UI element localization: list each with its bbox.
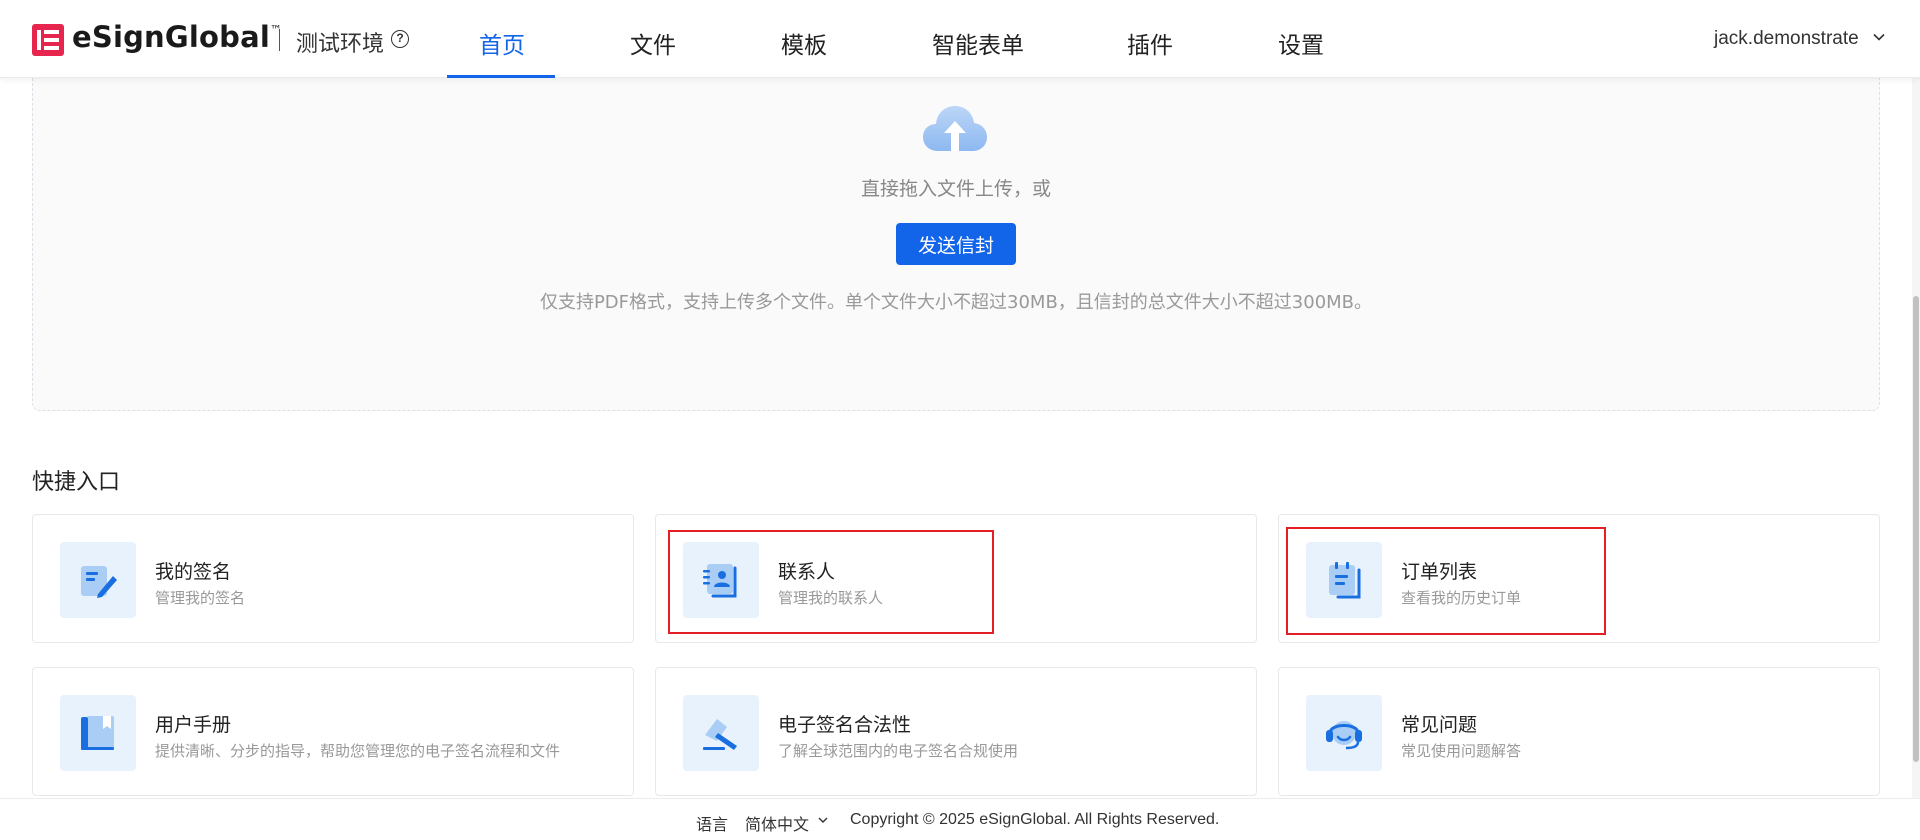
card-my-signature[interactable]: 我的签名 管理我的签名 (32, 514, 634, 643)
gavel-icon (703, 719, 737, 750)
card-esign-legality[interactable]: 电子签名合法性 了解全球范围内的电子签名合规使用 (655, 667, 1257, 796)
card-faq[interactable]: 常见问题 常见使用问题解答 (1278, 667, 1880, 796)
copyright-text: Copyright © 2025 eSignGlobal. All Rights… (850, 811, 1220, 828)
card-user-manual[interactable]: 用户手册 提供清晰、分步的指导，帮助您管理您的电子签名流程和文件 (32, 667, 634, 796)
chevron-down-icon[interactable] (817, 814, 829, 826)
upload-hint: 直接拖入文件上传，或 (860, 178, 1051, 200)
brand-logo[interactable] (32, 24, 64, 56)
icon-box (60, 695, 136, 771)
highlight-box-contacts (668, 530, 994, 634)
card-title: 常见问题 (1401, 714, 1478, 736)
icon-box (60, 542, 136, 618)
manual-icon (81, 716, 114, 750)
cloud-upload-icon (923, 106, 987, 151)
card-title: 用户手册 (155, 714, 232, 736)
nav-settings[interactable]: 设置 (1278, 26, 1324, 60)
nav-plugins[interactable]: 插件 (1127, 26, 1173, 60)
nav-files[interactable]: 文件 (630, 26, 676, 60)
nav-smart-forms[interactable]: 智能表单 (932, 26, 1024, 60)
brand-name: eSignGlobal™ (72, 20, 283, 54)
chevron-down-icon[interactable] (1872, 30, 1886, 44)
nav-home[interactable]: 首页 (479, 26, 525, 60)
upload-note: 仅支持PDF格式，支持上传多个文件。单个文件大小不超过30MB，且信封的总文件大… (539, 292, 1373, 313)
signature-icon (81, 566, 117, 598)
language-label: 语言 (696, 817, 729, 834)
card-description: 了解全球范围内的电子签名合规使用 (778, 742, 1019, 760)
headset-icon (1326, 721, 1362, 750)
card-title: 我的签名 (155, 561, 232, 583)
card-description: 管理我的签名 (155, 589, 246, 607)
nav-templates[interactable]: 模板 (781, 26, 827, 60)
page-footer: 语言 简体中文 Copyright © 2025 eSignGlobal. Al… (0, 798, 1920, 840)
send-envelope-button[interactable]: 发送信封 (896, 223, 1016, 265)
nav-active-indicator (447, 75, 555, 78)
card-description: 提供清晰、分步的指导，帮助您管理您的电子签名流程和文件 (155, 742, 561, 760)
user-menu[interactable]: jack.demonstrate (1714, 28, 1859, 50)
scrollbar-thumb[interactable] (1913, 296, 1919, 762)
card-description: 常见使用问题解答 (1401, 742, 1522, 760)
top-header: eSignGlobal™ 测试环境 ? 首页 文件 模板 智能表单 插件 设置 … (0, 0, 1920, 78)
language-select[interactable]: 简体中文 (745, 811, 809, 835)
highlight-box-orders (1286, 527, 1606, 635)
icon-box (683, 695, 759, 771)
help-icon[interactable]: ? (391, 30, 409, 48)
icon-box (1306, 695, 1382, 771)
card-title: 电子签名合法性 (778, 714, 912, 736)
environment-label: 测试环境 (296, 32, 385, 57)
header-divider (279, 29, 280, 51)
quick-entry-title: 快捷入口 (32, 470, 121, 495)
